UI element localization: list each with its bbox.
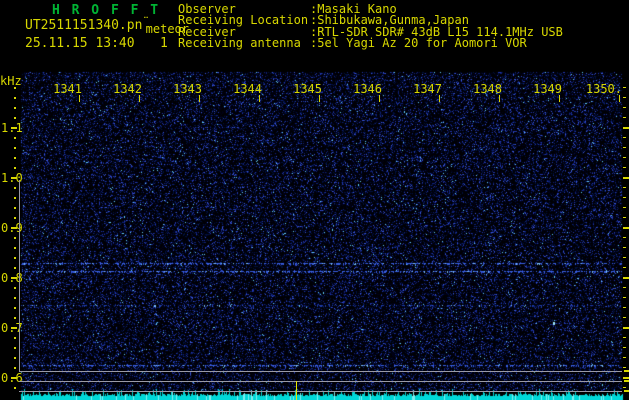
- count-box-left-border: [19, 180, 20, 371]
- y-axis-tick-right: [623, 317, 626, 318]
- y-axis-tick: [14, 307, 16, 309]
- y-axis-tick: [14, 207, 16, 209]
- y-axis-tick-right: [623, 377, 629, 379]
- y-axis-tick: [14, 117, 16, 119]
- y-axis-tick: [14, 187, 16, 189]
- y-axis-tick: [14, 337, 16, 339]
- x-axis-label: 1344: [233, 82, 262, 96]
- hrofft-screen: H R O F F T UT2511151340.pn¨meteor 25.11…: [0, 0, 629, 400]
- x-axis-label: 1347: [413, 82, 442, 96]
- y-axis-tick-right: [623, 167, 626, 168]
- strip-right-tick: [624, 370, 629, 372]
- y-axis-tick-right: [623, 287, 626, 288]
- y-axis-tick-right: [623, 207, 626, 208]
- y-axis-tick-right: [623, 157, 626, 158]
- y-axis-tick: [14, 387, 16, 389]
- y-axis-tick: [14, 247, 16, 249]
- x-axis-tick: [199, 95, 200, 102]
- y-axis-tick-right: [623, 227, 629, 229]
- strip-divider-line: [19, 371, 622, 372]
- y-axis-tick: [14, 267, 16, 269]
- x-axis-tick: [379, 95, 380, 102]
- strip-right-tick: [624, 390, 629, 392]
- y-axis-tick-right: [623, 337, 626, 338]
- y-axis-tick-right: [623, 97, 626, 98]
- y-axis-tick-right: [623, 357, 626, 358]
- y-axis-tick-right: [623, 217, 626, 218]
- y-axis-tick: [14, 197, 16, 199]
- y-axis-tick: [14, 137, 16, 139]
- y-axis-tick-right: [623, 87, 626, 88]
- y-axis-tick-right: [623, 127, 629, 129]
- y-axis-tick: [14, 97, 16, 99]
- x-axis-label: 1342: [113, 82, 142, 96]
- y-axis-tick: [14, 257, 16, 259]
- axes-overlay: 1341 1342 1343 1344 1345 1346 1347 1348 1349 1350…: [0, 0, 629, 400]
- x-axis-tick: [259, 95, 260, 102]
- y-axis-tick-right: [623, 187, 626, 188]
- y-axis-tick: [11, 227, 17, 229]
- x-axis-tick: [319, 95, 320, 102]
- y-axis-tick-right: [623, 307, 626, 308]
- y-axis-tick-right: [623, 347, 626, 348]
- y-axis-tick: [11, 127, 17, 129]
- y-axis-tick-right: [623, 257, 626, 258]
- y-axis-tick: [14, 107, 16, 109]
- y-axis-tick: [14, 87, 16, 89]
- y-axis-tick: [14, 347, 16, 349]
- x-axis-tick: [559, 95, 560, 102]
- y-axis-tick-right: [623, 297, 626, 298]
- y-axis-tick-right: [623, 147, 626, 148]
- x-axis-tick: [619, 95, 620, 102]
- y-axis-tick: [14, 217, 16, 219]
- y-axis-tick-right: [623, 367, 626, 368]
- y-axis-tick-right: [623, 267, 626, 268]
- x-axis-label: 1341: [53, 82, 82, 96]
- x-axis-tick: [79, 95, 80, 102]
- y-axis-tick: [14, 367, 16, 369]
- y-axis-tick: [11, 327, 17, 329]
- y-axis-tick-right: [623, 277, 629, 279]
- y-axis-tick-right: [623, 137, 626, 138]
- y-axis-tick: [11, 277, 17, 279]
- y-axis-tick-right: [623, 107, 626, 108]
- y-axis-tick-right: [623, 327, 629, 329]
- y-axis-tick: [14, 287, 16, 289]
- x-axis-tick: [439, 95, 440, 102]
- strip-divider-line: [19, 381, 622, 382]
- x-axis-label: 1348: [473, 82, 502, 96]
- x-axis-label: 1349: [533, 82, 562, 96]
- x-axis-label: 1345: [293, 82, 322, 96]
- x-axis-tick: [139, 95, 140, 102]
- y-axis-tick-right: [623, 247, 626, 248]
- y-axis-tick: [14, 147, 16, 149]
- y-axis-tick: [11, 377, 17, 379]
- y-axis-tick: [14, 297, 16, 299]
- y-axis-tick: [14, 157, 16, 159]
- x-axis-label: 1343: [173, 82, 202, 96]
- y-axis-tick: [14, 237, 16, 239]
- strip-event-marker: [296, 381, 297, 400]
- x-axis-label: 1350.: [585, 82, 622, 96]
- y-axis-tick-right: [623, 117, 626, 118]
- y-axis-tick: [14, 167, 16, 169]
- y-axis-tick: [14, 357, 16, 359]
- strip-right-tick: [624, 380, 629, 382]
- y-axis-tick-right: [623, 177, 629, 179]
- x-axis-tick: [499, 95, 500, 102]
- y-axis-tick-right: [623, 237, 626, 238]
- y-axis-tick-right: [623, 387, 626, 388]
- strip-divider-line: [19, 391, 622, 392]
- y-axis-tick-right: [623, 197, 626, 198]
- x-axis-label: 1346: [353, 82, 382, 96]
- y-axis-tick: [11, 177, 17, 179]
- y-axis-tick: [14, 317, 16, 319]
